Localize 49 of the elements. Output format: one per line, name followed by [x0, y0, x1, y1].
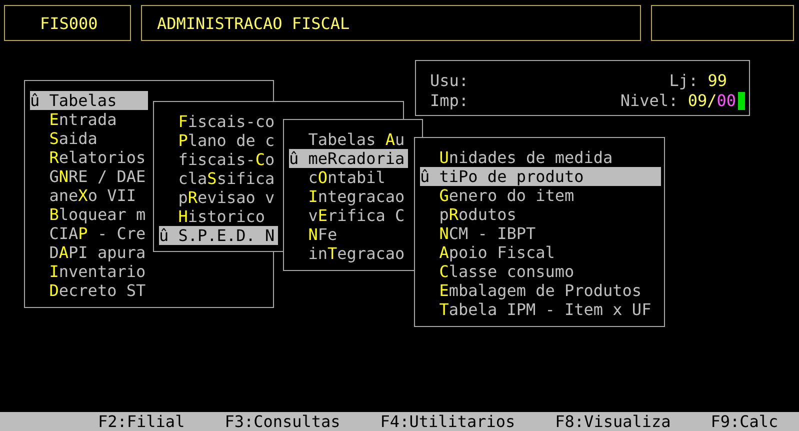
menu-item[interactable]: û meRcadoria — [289, 149, 408, 168]
text-cursor — [738, 92, 745, 110]
menu-item[interactable]: claSsifica — [159, 169, 278, 188]
menu-item[interactable]: Historico — [159, 207, 278, 226]
store-label: Lj: — [669, 71, 698, 91]
menu-item[interactable]: Embalagem de Produtos — [420, 281, 661, 300]
menu-item[interactable]: cOntabil — [289, 168, 408, 187]
menu-item[interactable]: Bloquear m — [30, 205, 148, 224]
program-code: FIS000 — [40, 14, 98, 32]
menu-item[interactable]: pRodutos — [420, 205, 661, 224]
menu-item[interactable]: Tabela IPM - Item x UF — [420, 300, 661, 319]
level-suffix: 00 — [716, 91, 736, 111]
menu-item[interactable]: vE rifica C — [289, 206, 408, 225]
function-key[interactable]: F3:Consultas — [224, 412, 340, 431]
menu-item[interactable]: aneXo VII — [30, 186, 148, 205]
menu-item[interactable]: û Tabelas — [30, 91, 148, 110]
menu-item[interactable]: Apoio Fiscal — [420, 243, 661, 262]
printer-label: Imp: — [430, 91, 469, 111]
menu-item[interactable]: û tiPo de produto — [420, 167, 661, 186]
menu-item[interactable]: Entrada — [30, 110, 148, 129]
function-key[interactable]: F8:Visualiza — [555, 412, 671, 431]
menu-item[interactable]: Fiscais-co — [159, 112, 278, 131]
level-value: 09/ — [688, 91, 717, 111]
user-label: Usu: — [430, 71, 469, 91]
menu-item[interactable]: GNRE / DAE — [30, 167, 148, 186]
function-key[interactable]: F9:Calc — [710, 412, 778, 431]
menu-item[interactable]: Tabelas Au — [289, 130, 408, 149]
menu-item[interactable]: Integracao — [289, 187, 408, 206]
menu-item[interactable]: DAPI apura — [30, 243, 148, 262]
menu-item[interactable]: Saida — [30, 129, 148, 148]
menu-item[interactable]: Plano de c — [159, 131, 278, 150]
menu-item[interactable]: NFe — [289, 225, 408, 244]
screen-title: ADMINISTRACAO FISCAL — [157, 14, 350, 32]
menu-item[interactable]: CIAP - Cre — [30, 224, 148, 243]
menu-item[interactable]: Classe consumo — [420, 262, 661, 281]
menu-item[interactable]: û S.P.E.D. N — [159, 226, 278, 245]
function-key[interactable]: F4:Utilitarios — [380, 412, 516, 431]
level-label: Nivel: — [620, 91, 678, 111]
menu-item[interactable]: inTegracao — [289, 244, 408, 263]
menu-item[interactable]: NCM - IBPT — [420, 224, 661, 243]
menu-item[interactable]: Inventario — [30, 262, 148, 281]
menu-item[interactable]: pRevisao v — [159, 188, 278, 207]
menu-item[interactable]: Relatorios — [30, 148, 148, 167]
menu-item[interactable]: Decreto ST — [30, 281, 148, 300]
menu-item[interactable]: Unidades de medida — [420, 148, 661, 167]
store-value: 99 — [708, 71, 727, 91]
menu-item[interactable]: fiscais-Co — [159, 150, 278, 169]
menu-item[interactable]: Genero do item — [420, 186, 661, 205]
function-key[interactable]: F2:Filial — [98, 412, 185, 431]
